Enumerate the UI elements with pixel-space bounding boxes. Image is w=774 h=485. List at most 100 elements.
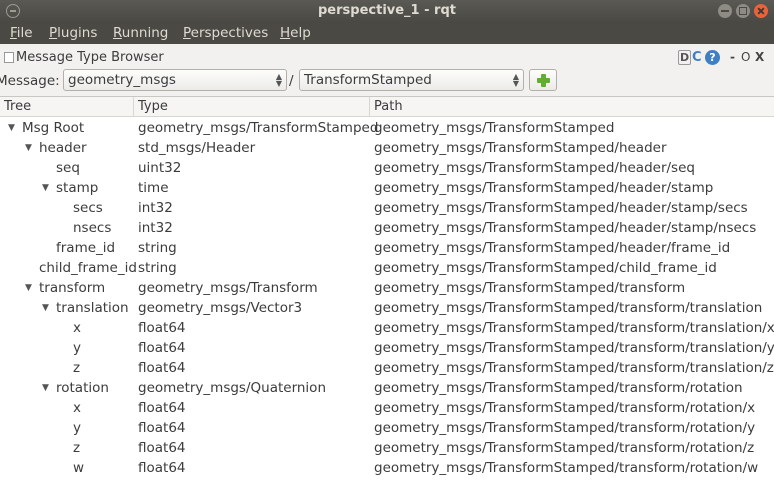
tree-row[interactable]: ▼ rotation geometry_msgs/Quaternion geometr… — [0, 379, 774, 399]
message-selector: Message: geometry_msgs ▲ ▼ / TransformSta… — [0, 69, 774, 93]
column-header-path[interactable]: Path — [374, 99, 403, 114]
tree-item-path: geometry_msgs/TransformStamped/header/st… — [374, 220, 757, 236]
menu-perspectives[interactable]: Perspectives — [183, 25, 268, 41]
column-header-tree[interactable]: Tree — [4, 99, 31, 114]
close-icon[interactable] — [754, 4, 768, 18]
tree-row[interactable]: ▼ header std_msgs/Header geometry_msgs/Tran… — [0, 139, 774, 159]
tree-item-path: geometry_msgs/TransformStamped — [374, 120, 615, 136]
column-header-type[interactable]: Type — [138, 99, 168, 114]
tree-item-type: float64 — [138, 460, 186, 476]
tree-item-type: geometry_msgs/Quaternion — [138, 380, 326, 396]
message-tree[interactable]: Tree Type Path ▼ Msg Root geometry_msgs/Tr… — [0, 96, 774, 485]
menu-file[interactable]: File — [10, 25, 33, 41]
minimize-icon[interactable] — [718, 4, 732, 18]
dock-title: Message Type Browser — [16, 50, 164, 65]
tree-row[interactable]: x float64 geometry_msgs/TransformStamped/t… — [0, 319, 774, 339]
plugin-icon — [4, 52, 14, 63]
tree-item-path: geometry_msgs/TransformStamped/transform… — [374, 320, 774, 336]
separator-label: / — [289, 73, 294, 89]
tree-row[interactable]: z float64 geometry_msgs/TransformStamped/t… — [0, 439, 774, 459]
tree-item-path: geometry_msgs/TransformStamped/header/se… — [374, 160, 695, 176]
type-combo[interactable]: TransformStamped ▲ ▼ — [299, 69, 524, 91]
tree-item-path: geometry_msgs/TransformStamped/transform… — [374, 360, 774, 376]
tree-item-name: nsecs — [73, 220, 112, 236]
tree-row[interactable]: frame_id string geometry_msgs/TransformSta… — [0, 239, 774, 259]
menu-help[interactable]: Help — [280, 25, 311, 41]
tree-item-name: stamp — [56, 180, 99, 196]
menu-plugins[interactable]: Plugins — [49, 25, 97, 41]
column-divider[interactable] — [133, 97, 134, 117]
tree-item-type: uint32 — [138, 160, 182, 176]
tree-item-name: header — [39, 140, 87, 156]
tree-item-path: geometry_msgs/TransformStamped/header/fr… — [374, 240, 731, 256]
tree-item-name: w — [73, 460, 85, 476]
type-value: TransformStamped — [304, 72, 432, 88]
tree-row[interactable]: z float64 geometry_msgs/TransformStamped/t… — [0, 359, 774, 379]
tree-row[interactable]: ▼ Msg Root geometry_msgs/TransformStamped g… — [0, 119, 774, 139]
tree-item-path: geometry_msgs/TransformStamped/transform… — [374, 380, 743, 396]
tree-item-name: child_frame_id — [39, 260, 137, 276]
tree-item-type: float64 — [138, 360, 186, 376]
tree-item-path: geometry_msgs/TransformStamped/transform — [374, 280, 686, 296]
title-bar: perspective_1 - rqt — [0, 0, 774, 22]
add-message-button[interactable] — [529, 69, 557, 91]
combo-arrows-icon: ▲ ▼ — [512, 72, 519, 88]
dock-close-button[interactable]: X — [755, 50, 764, 64]
tree-item-path: geometry_msgs/TransformStamped/header/st… — [374, 180, 714, 196]
tree-item-path: geometry_msgs/TransformStamped/header/st… — [374, 200, 748, 216]
expand-arrow-icon[interactable]: ▼ — [42, 303, 49, 313]
expand-arrow-icon[interactable]: ▼ — [8, 123, 15, 133]
tree-item-name: x — [73, 320, 81, 336]
tree-item-name: translation — [56, 300, 129, 316]
column-divider[interactable] — [369, 97, 370, 117]
expand-arrow-icon[interactable]: ▼ — [25, 143, 32, 153]
tree-item-type: float64 — [138, 420, 186, 436]
tree-item-type: geometry_msgs/TransformStamped — [138, 120, 379, 136]
plus-icon — [537, 74, 550, 87]
package-combo[interactable]: geometry_msgs ▲ ▼ — [63, 69, 287, 91]
tree-row[interactable]: child_frame_id string geometry_msgs/Transf… — [0, 259, 774, 279]
dock-minimize-button[interactable]: - — [730, 50, 735, 64]
expand-arrow-icon[interactable]: ▼ — [42, 383, 49, 393]
tree-item-type: float64 — [138, 440, 186, 456]
dock-title-bar: Message Type Browser D C ? - O X — [0, 48, 774, 68]
tree-item-name: secs — [73, 200, 103, 216]
dock-d-button[interactable]: D — [678, 50, 692, 65]
tree-item-name: transform — [39, 280, 106, 296]
tree-item-type: float64 — [138, 400, 186, 416]
tree-row[interactable]: x float64 geometry_msgs/TransformStamped/t… — [0, 399, 774, 419]
tree-row[interactable]: ▼ translation geometry_msgs/Vector3 geometr… — [0, 299, 774, 319]
tree-row[interactable]: y float64 geometry_msgs/TransformStamped/t… — [0, 419, 774, 439]
tree-item-type: float64 — [138, 340, 186, 356]
menu-running[interactable]: Running — [113, 25, 168, 41]
tree-row[interactable]: ▼ transform geometry_msgs/Transform geometr… — [0, 279, 774, 299]
tree-item-name: rotation — [56, 380, 109, 396]
expand-arrow-icon[interactable]: ▼ — [25, 283, 32, 293]
reload-button[interactable]: C — [692, 50, 702, 65]
tree-row[interactable]: secs int32 geometry_msgs/TransformStamped/… — [0, 199, 774, 219]
dock-float-button[interactable]: O — [741, 50, 750, 64]
tree-row[interactable]: w float64 geometry_msgs/TransformStamped/t… — [0, 459, 774, 479]
tree-row[interactable]: nsecs int32 geometry_msgs/TransformStamped… — [0, 219, 774, 239]
help-icon[interactable]: ? — [705, 50, 720, 65]
tree-row[interactable]: seq uint32 geometry_msgs/TransformStamped/… — [0, 159, 774, 179]
maximize-icon[interactable] — [736, 4, 750, 18]
tree-item-name: z — [73, 360, 81, 376]
tree-item-path: geometry_msgs/TransformStamped/header — [374, 140, 667, 156]
tree-row[interactable]: y float64 geometry_msgs/TransformStamped/t… — [0, 339, 774, 359]
tree-item-path: geometry_msgs/TransformStamped/transform… — [374, 300, 763, 316]
tree-item-path: geometry_msgs/TransformStamped/transform… — [374, 340, 774, 356]
tree-item-type: std_msgs/Header — [138, 140, 256, 156]
tree-item-type: int32 — [138, 200, 173, 216]
dock-buttons: D C ? - O X — [678, 50, 768, 66]
tree-item-path: geometry_msgs/TransformStamped/child_fra… — [374, 260, 717, 276]
tree-item-type: time — [138, 180, 169, 196]
tree-item-path: geometry_msgs/TransformStamped/transform… — [374, 440, 755, 456]
tree-item-type: int32 — [138, 220, 173, 236]
tree-item-name: seq — [56, 160, 80, 176]
tree-row[interactable]: ▼ stamp time geometry_msgs/TransformStamped… — [0, 179, 774, 199]
expand-arrow-icon[interactable]: ▼ — [42, 183, 49, 193]
tree-header: Tree Type Path — [0, 97, 774, 117]
menu-bar: File Plugins Running Perspectives Help — [0, 22, 774, 44]
combo-arrows-icon: ▲ ▼ — [275, 72, 282, 88]
